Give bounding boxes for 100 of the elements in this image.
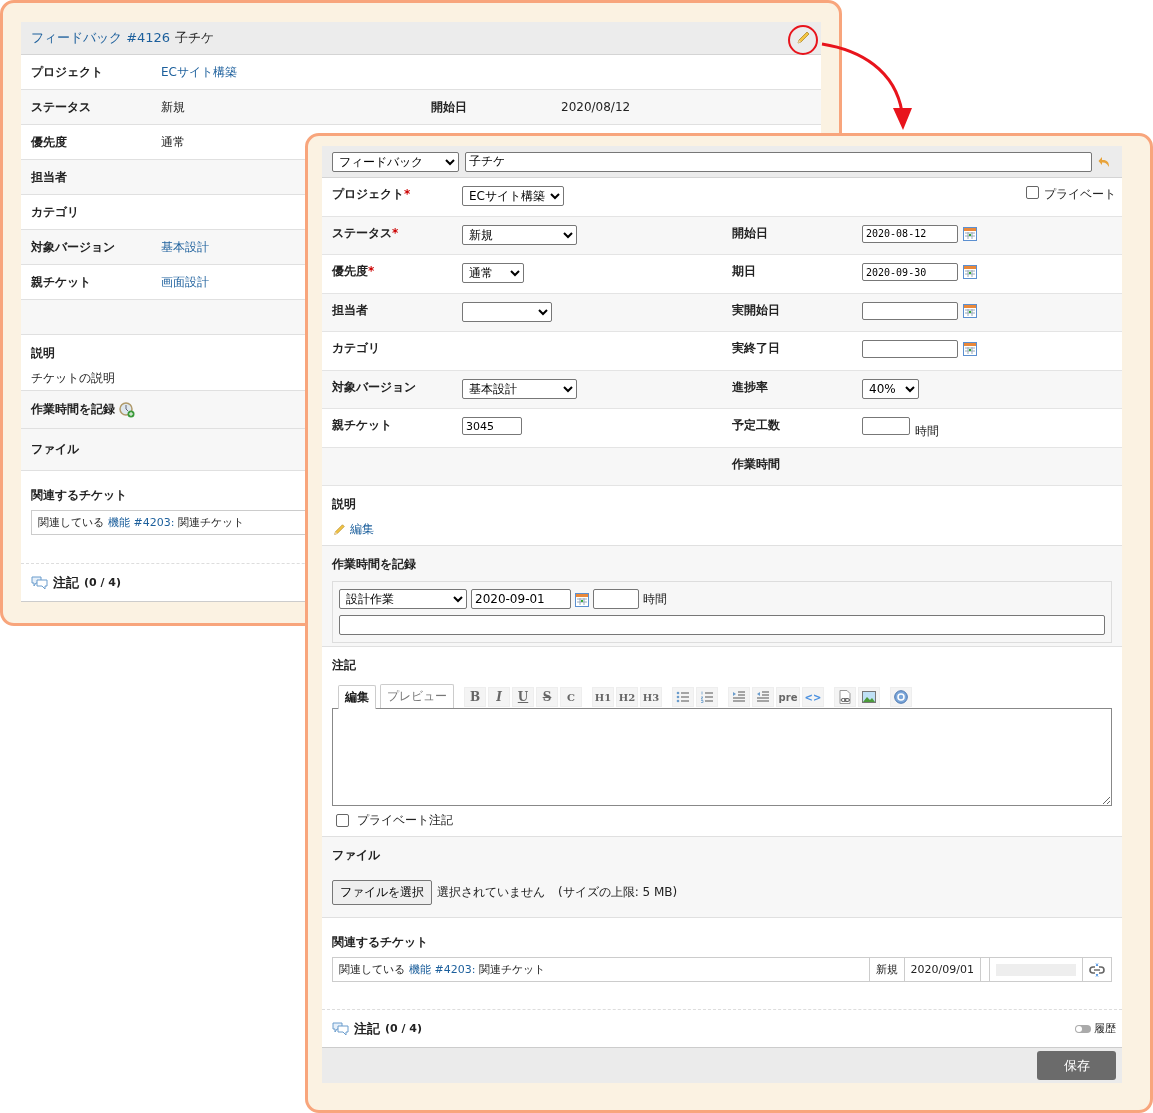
unit-label: 時間 <box>915 423 939 441</box>
issue-subject: 関連チケット <box>479 962 546 977</box>
pencil-icon[interactable] <box>795 30 811 46</box>
editor-tab[interactable]: プレビュー <box>380 684 454 708</box>
field-label: ステータス* <box>332 224 399 242</box>
field-link[interactable]: ECサイト構築 <box>161 63 291 81</box>
edit-link[interactable]: 編集 <box>350 521 374 538</box>
tracker-select[interactable]: フィードバック <box>332 151 459 172</box>
date-field[interactable] <box>862 340 958 358</box>
dropdown[interactable] <box>462 301 552 322</box>
subject-field[interactable]: 子チケ <box>465 151 1092 172</box>
date-field[interactable] <box>862 301 958 320</box>
checkbox-label: プライベート注記 <box>357 812 453 829</box>
checkbox[interactable] <box>336 814 349 827</box>
toolbar-button[interactable]: S <box>536 687 558 707</box>
notes-textarea[interactable] <box>332 708 1112 806</box>
section-label: ファイル <box>31 441 79 458</box>
hours-field[interactable] <box>862 417 910 435</box>
choose-file-button[interactable]: ファイルを選択 <box>332 880 432 905</box>
field-label: カテゴリ <box>332 340 380 357</box>
attachment-button[interactable] <box>834 687 856 707</box>
text-field[interactable]: 3045 <box>462 417 522 435</box>
date-field[interactable]: 2020-08-12 <box>862 224 958 243</box>
field-link[interactable]: 画面設計 <box>161 273 291 291</box>
history-toggle[interactable] <box>1075 1024 1091 1033</box>
pencil-icon <box>332 522 346 537</box>
calendar-icon[interactable] <box>963 303 977 318</box>
speech-bubbles-icon <box>332 1021 349 1036</box>
dropdown[interactable]: ECサイト構築 <box>462 186 564 206</box>
checkbox[interactable] <box>1026 186 1039 199</box>
field-label: 進捗率 <box>732 378 768 396</box>
comment-field[interactable] <box>339 615 1105 635</box>
field-label: 対象バージョン <box>31 238 116 256</box>
toolbar-button[interactable]: H1 <box>592 687 614 707</box>
section-label: 説明 <box>332 496 357 513</box>
toolbar-button[interactable]: B <box>464 687 486 707</box>
unit-label: 時間 <box>643 590 667 608</box>
calendar-icon[interactable] <box>963 226 977 241</box>
activity-select[interactable]: 設計作業 <box>339 589 467 609</box>
image-button[interactable] <box>858 687 880 707</box>
dropdown[interactable]: 通常 <box>462 263 524 283</box>
relation-text: 関連している <box>339 962 405 977</box>
speech-bubbles-icon <box>31 575 48 590</box>
field-label: 予定工数 <box>732 417 780 434</box>
size-limit-text: (サイズの上限: 5 MB) <box>558 884 678 901</box>
issue-subject: 関連チケット <box>178 515 245 530</box>
help-button[interactable] <box>890 687 912 707</box>
field-value: 通常 <box>161 133 186 151</box>
numbers-button[interactable] <box>696 687 718 707</box>
field-label: 開始日 <box>431 98 468 116</box>
calendar-icon[interactable] <box>575 593 589 607</box>
section-label: 関連するチケット <box>332 934 429 951</box>
issue-title-link[interactable]: フィードバック #4126 <box>31 29 171 47</box>
unlink-icon[interactable] <box>1089 962 1105 977</box>
field-label: 親チケット <box>31 273 92 291</box>
field-value: 新規 <box>161 98 186 116</box>
section-label: 作業時間を記録 <box>332 556 417 573</box>
notes-count: (0 / 4) <box>84 576 122 589</box>
issue-subject: 子チケ <box>175 29 215 47</box>
dropdown[interactable]: 新規 <box>462 224 577 245</box>
calendar-icon[interactable] <box>963 342 977 356</box>
field-label: 期日 <box>732 263 756 280</box>
section-label: 作業時間を記録 <box>31 401 115 418</box>
calendar-icon[interactable] <box>963 265 977 279</box>
dropdown[interactable]: 基本設計 <box>462 378 577 399</box>
highlight-circle <box>788 25 818 55</box>
bullet-list-icon <box>676 691 690 703</box>
date-field[interactable]: 2020-09-30 <box>862 263 958 281</box>
table-cell: 2020/09/01 <box>904 958 981 981</box>
help-icon <box>894 690 908 704</box>
outdent-button[interactable] <box>752 687 774 707</box>
checkbox-label: プライベート <box>1044 186 1116 203</box>
indent-icon <box>732 691 746 703</box>
save-button[interactable]: 保存 <box>1037 1051 1116 1080</box>
numbered-list-icon <box>700 691 714 703</box>
toolbar-button[interactable]: U <box>512 687 534 707</box>
toolbar-button[interactable]: I <box>488 687 510 707</box>
hours-field[interactable] <box>593 589 639 609</box>
notes-heading: 注記 <box>354 1019 380 1038</box>
field-link[interactable]: 基本設計 <box>161 238 291 256</box>
editor-tab[interactable]: 編集 <box>338 685 376 709</box>
field-label: プロジェクト <box>31 63 104 81</box>
description-text: チケットの説明 <box>31 370 115 387</box>
toolbar-button[interactable]: H3 <box>640 687 662 707</box>
clock-add-icon[interactable] <box>119 401 135 418</box>
date-field[interactable]: 2020-09-01 <box>471 589 571 609</box>
dropdown[interactable]: 40% <box>862 378 919 399</box>
field-label: 対象バージョン <box>332 378 416 396</box>
relation-text: 関連している <box>38 515 104 530</box>
toolbar-button[interactable]: H2 <box>616 687 638 707</box>
issue-link[interactable]: 機能 #4203: <box>108 515 175 530</box>
issue-link[interactable]: 機能 #4203: <box>409 962 476 977</box>
field-label: 親チケット <box>332 417 392 434</box>
toolbar-button[interactable]: C <box>560 687 582 707</box>
indent-button[interactable] <box>728 687 750 707</box>
toolbar-button[interactable]: pre <box>776 687 800 707</box>
toggle-label: 履歴 <box>1094 1021 1116 1036</box>
section-label: 注記 <box>332 657 357 674</box>
bullets-button[interactable] <box>672 687 694 707</box>
field-label: 担当者 <box>31 168 68 186</box>
